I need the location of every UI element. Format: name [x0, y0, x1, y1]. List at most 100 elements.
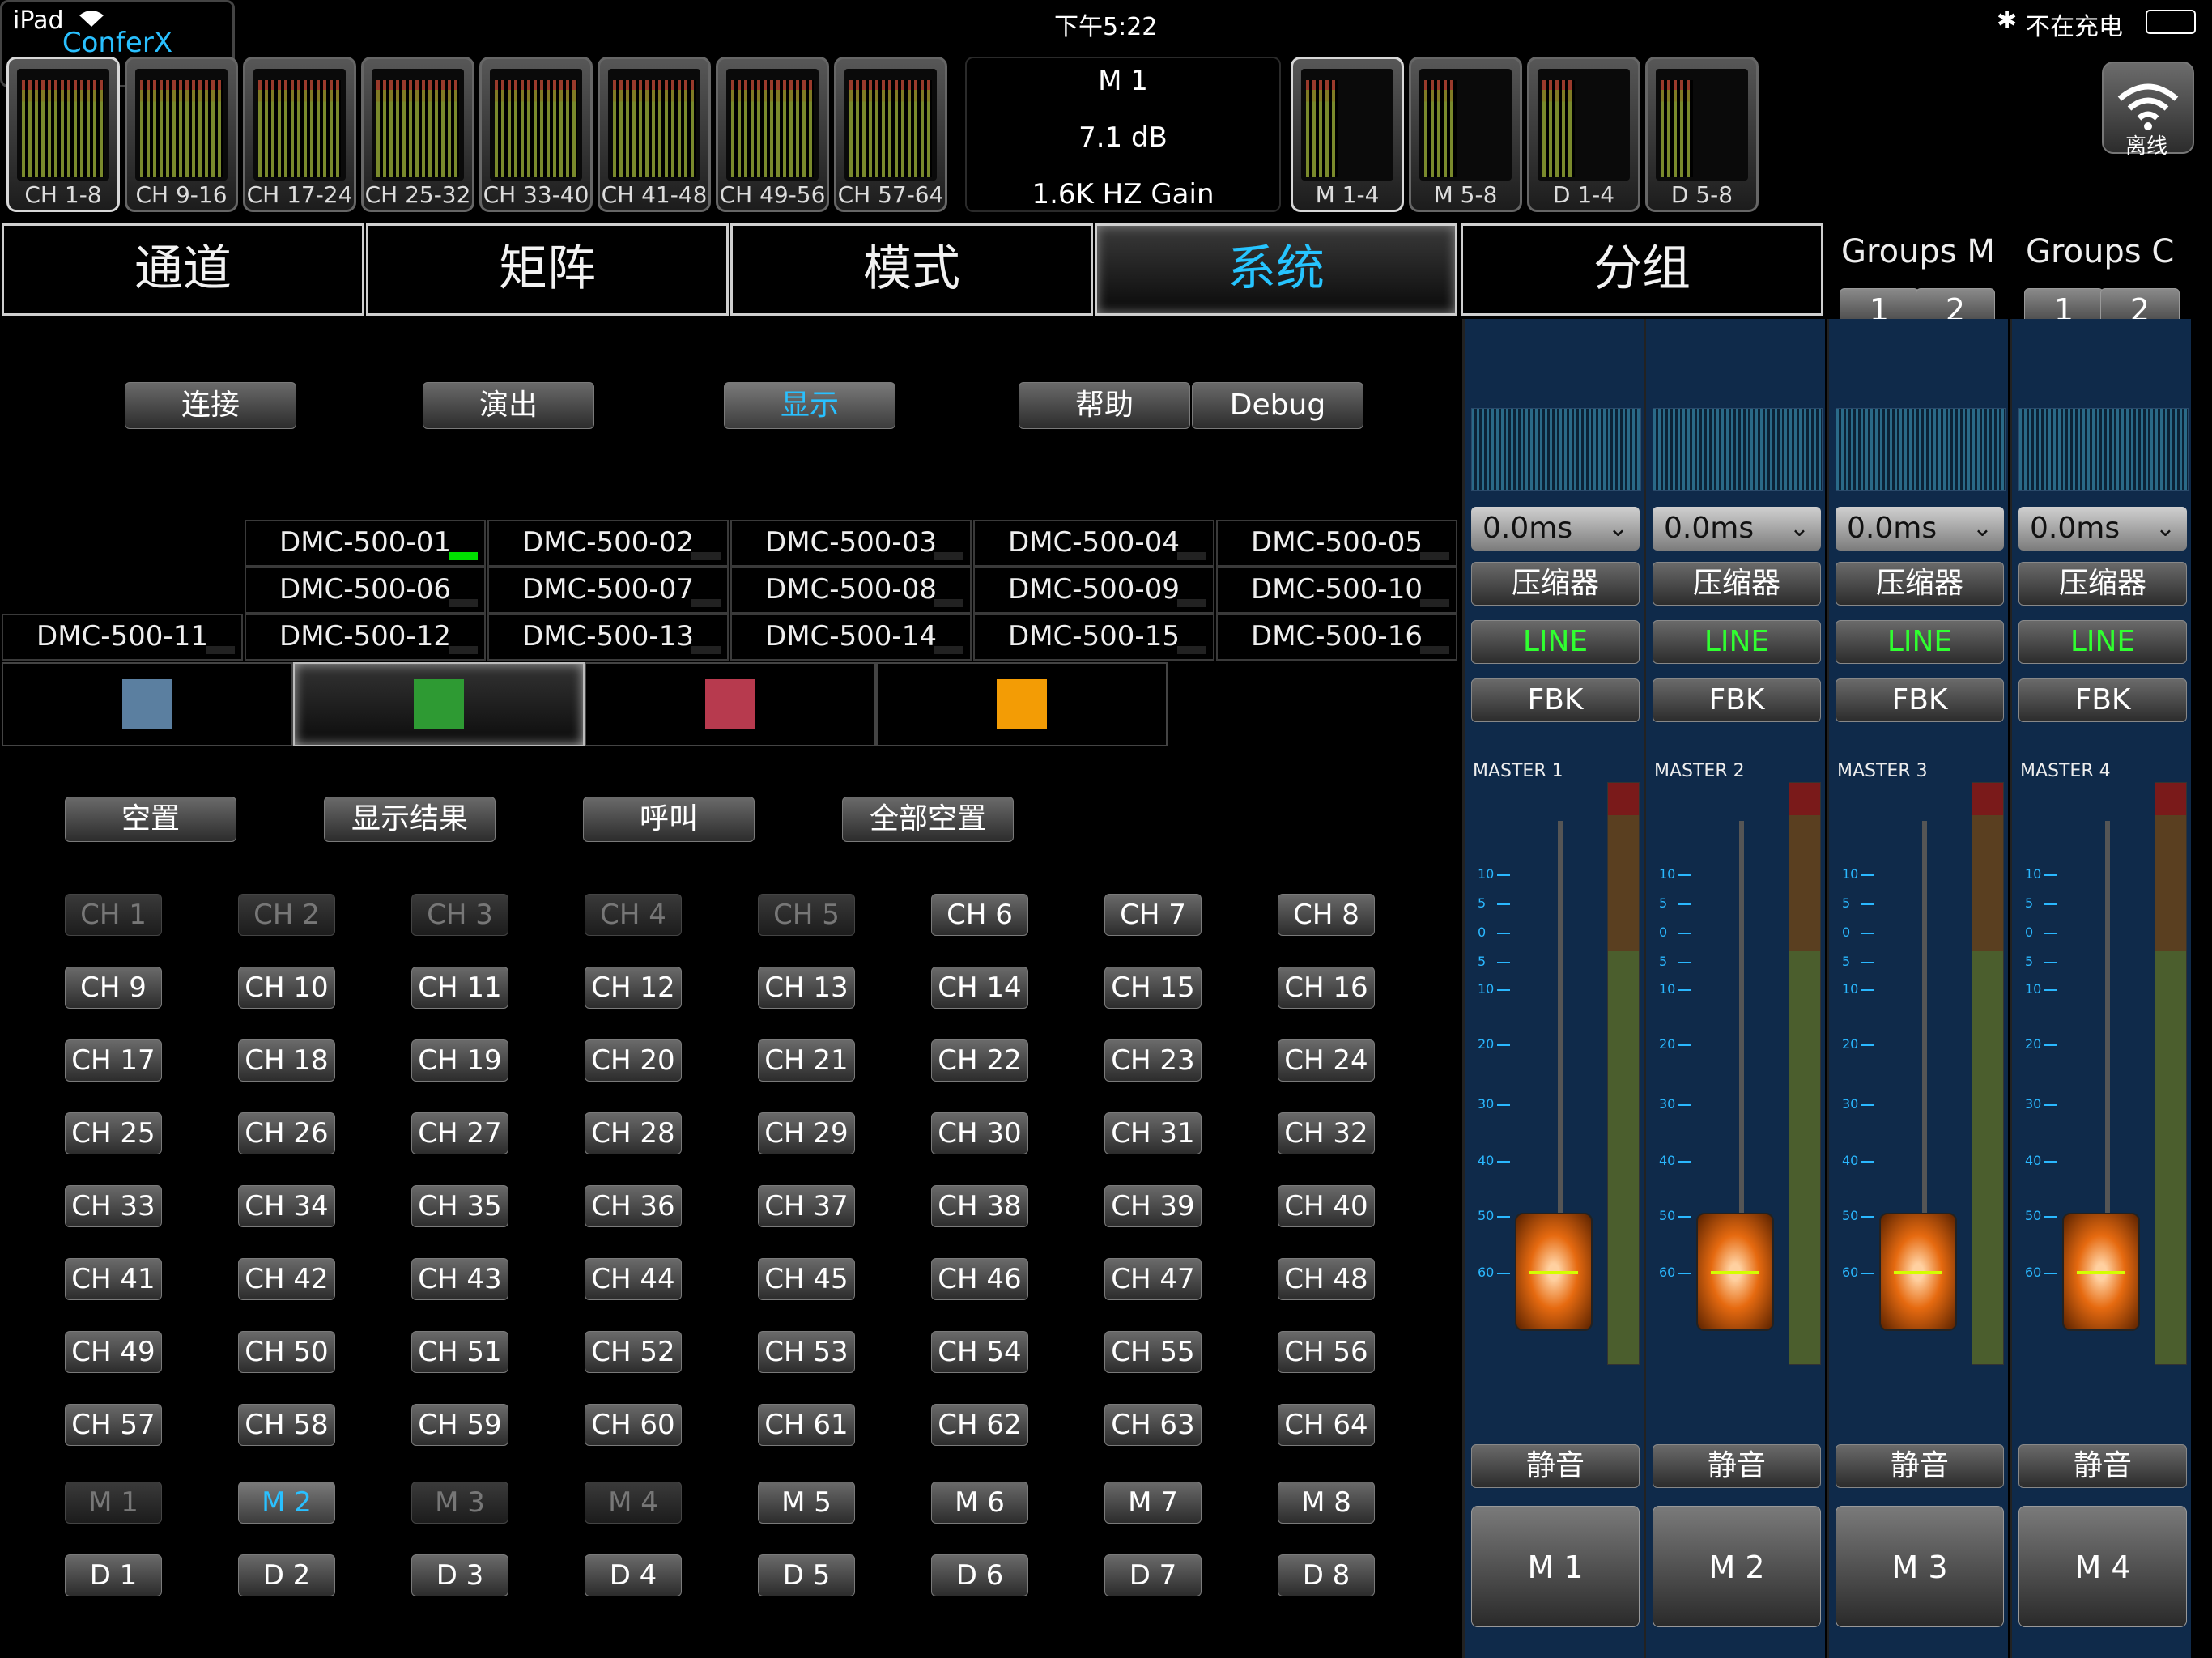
- color-option-4[interactable]: [876, 662, 1168, 746]
- delay-select[interactable]: 0.0ms ⌄: [2018, 507, 2187, 551]
- master-select-button[interactable]: M 2: [1653, 1506, 1821, 1627]
- channel-button-5[interactable]: CH 5: [758, 894, 855, 936]
- mix-button-8[interactable]: M 8: [1278, 1482, 1375, 1524]
- channel-button-16[interactable]: CH 16: [1278, 967, 1375, 1009]
- channel-button-50[interactable]: CH 50: [238, 1331, 335, 1373]
- channel-button-57[interactable]: CH 57: [65, 1404, 162, 1446]
- device-dmc-500-16[interactable]: DMC-500-16: [1216, 614, 1457, 661]
- channel-button-36[interactable]: CH 36: [585, 1185, 682, 1227]
- mix-button-1[interactable]: M 1: [65, 1482, 162, 1524]
- channel-button-58[interactable]: CH 58: [238, 1404, 335, 1446]
- device-dmc-500-15[interactable]: DMC-500-15: [973, 614, 1214, 661]
- channel-button-28[interactable]: CH 28: [585, 1112, 682, 1154]
- channel-button-1[interactable]: CH 1: [65, 894, 162, 936]
- delay-select[interactable]: 0.0ms ⌄: [1836, 507, 2004, 551]
- compressor-button[interactable]: 压缩器: [1653, 562, 1821, 606]
- channel-button-54[interactable]: CH 54: [931, 1331, 1028, 1373]
- color-option-2[interactable]: [293, 662, 585, 746]
- device-dmc-500-14[interactable]: DMC-500-14: [730, 614, 972, 661]
- channel-button-10[interactable]: CH 10: [238, 967, 335, 1009]
- channel-button-33[interactable]: CH 33: [65, 1185, 162, 1227]
- channel-button-25[interactable]: CH 25: [65, 1112, 162, 1154]
- mix-button-4[interactable]: M 4: [585, 1482, 682, 1524]
- device-dmc-500-12[interactable]: DMC-500-12: [245, 614, 486, 661]
- channel-button-3[interactable]: CH 3: [411, 894, 508, 936]
- mix-button-7[interactable]: M 7: [1104, 1482, 1202, 1524]
- fader-knob[interactable]: [1696, 1213, 1774, 1331]
- channel-button-4[interactable]: CH 4: [585, 894, 682, 936]
- compressor-button[interactable]: 压缩器: [2018, 562, 2187, 606]
- channel-button-45[interactable]: CH 45: [758, 1258, 855, 1300]
- channel-button-40[interactable]: CH 40: [1278, 1185, 1375, 1227]
- channel-button-47[interactable]: CH 47: [1104, 1258, 1202, 1300]
- device-dmc-500-08[interactable]: DMC-500-08: [730, 567, 972, 614]
- channel-button-6[interactable]: CH 6: [931, 894, 1028, 936]
- device-dmc-500-11[interactable]: DMC-500-11: [2, 614, 243, 661]
- channel-button-7[interactable]: CH 7: [1104, 894, 1202, 936]
- system-button-4[interactable]: 帮助: [1019, 382, 1190, 429]
- fader-knob[interactable]: [2062, 1213, 2140, 1331]
- channel-button-39[interactable]: CH 39: [1104, 1185, 1202, 1227]
- channel-button-63[interactable]: CH 63: [1104, 1404, 1202, 1446]
- channel-bank-5[interactable]: CH 33-40: [479, 57, 593, 212]
- device-dmc-500-13[interactable]: DMC-500-13: [487, 614, 729, 661]
- system-button-1[interactable]: 连接: [125, 382, 296, 429]
- action-button-4[interactable]: 全部空置: [842, 797, 1014, 842]
- channel-button-27[interactable]: CH 27: [411, 1112, 508, 1154]
- channel-button-29[interactable]: CH 29: [758, 1112, 855, 1154]
- fader-knob[interactable]: [1515, 1213, 1593, 1331]
- mute-button[interactable]: 静音: [1836, 1444, 2004, 1488]
- channel-button-41[interactable]: CH 41: [65, 1258, 162, 1300]
- channel-button-64[interactable]: CH 64: [1278, 1404, 1375, 1446]
- tab-3[interactable]: 模式: [730, 223, 1093, 316]
- mute-button[interactable]: 静音: [2018, 1444, 2187, 1488]
- device-dmc-500-06[interactable]: DMC-500-06: [245, 567, 486, 614]
- channel-button-53[interactable]: CH 53: [758, 1331, 855, 1373]
- master-bank-3[interactable]: D 1-4: [1527, 57, 1640, 212]
- channel-button-18[interactable]: CH 18: [238, 1039, 335, 1082]
- color-option-1[interactable]: [2, 662, 293, 746]
- line-button[interactable]: LINE: [1471, 620, 1640, 664]
- master-select-button[interactable]: M 4: [2018, 1506, 2187, 1627]
- channel-button-61[interactable]: CH 61: [758, 1404, 855, 1446]
- dca-button-8[interactable]: D 8: [1278, 1554, 1375, 1596]
- fbk-button[interactable]: FBK: [1653, 678, 1821, 722]
- channel-button-26[interactable]: CH 26: [238, 1112, 335, 1154]
- delay-select[interactable]: 0.0ms ⌄: [1653, 507, 1821, 551]
- channel-bank-7[interactable]: CH 49-56: [716, 57, 829, 212]
- fbk-button[interactable]: FBK: [1836, 678, 2004, 722]
- mix-button-2[interactable]: M 2: [238, 1482, 335, 1524]
- channel-button-21[interactable]: CH 21: [758, 1039, 855, 1082]
- device-dmc-500-02[interactable]: DMC-500-02: [487, 520, 729, 567]
- channel-button-56[interactable]: CH 56: [1278, 1331, 1375, 1373]
- channel-button-59[interactable]: CH 59: [411, 1404, 508, 1446]
- device-dmc-500-10[interactable]: DMC-500-10: [1216, 567, 1457, 614]
- channel-button-46[interactable]: CH 46: [931, 1258, 1028, 1300]
- channel-button-23[interactable]: CH 23: [1104, 1039, 1202, 1082]
- channel-button-62[interactable]: CH 62: [931, 1404, 1028, 1446]
- action-button-1[interactable]: 空置: [65, 797, 236, 842]
- delay-select[interactable]: 0.0ms ⌄: [1471, 507, 1640, 551]
- mix-button-6[interactable]: M 6: [931, 1482, 1028, 1524]
- device-dmc-500-03[interactable]: DMC-500-03: [730, 520, 972, 567]
- compressor-button[interactable]: 压缩器: [1471, 562, 1640, 606]
- compressor-button[interactable]: 压缩器: [1836, 562, 2004, 606]
- fader-knob[interactable]: [1879, 1213, 1957, 1331]
- tab-2[interactable]: 矩阵: [366, 223, 729, 316]
- channel-button-20[interactable]: CH 20: [585, 1039, 682, 1082]
- fbk-button[interactable]: FBK: [2018, 678, 2187, 722]
- mix-button-3[interactable]: M 3: [411, 1482, 508, 1524]
- channel-button-43[interactable]: CH 43: [411, 1258, 508, 1300]
- mute-button[interactable]: 静音: [1653, 1444, 1821, 1488]
- dca-button-2[interactable]: D 2: [238, 1554, 335, 1596]
- channel-bank-8[interactable]: CH 57-64: [834, 57, 947, 212]
- channel-button-9[interactable]: CH 9: [65, 967, 162, 1009]
- channel-button-11[interactable]: CH 11: [411, 967, 508, 1009]
- mute-button[interactable]: 静音: [1471, 1444, 1640, 1488]
- dca-button-5[interactable]: D 5: [758, 1554, 855, 1596]
- line-button[interactable]: LINE: [1653, 620, 1821, 664]
- channel-button-22[interactable]: CH 22: [931, 1039, 1028, 1082]
- channel-button-32[interactable]: CH 32: [1278, 1112, 1375, 1154]
- channel-button-35[interactable]: CH 35: [411, 1185, 508, 1227]
- color-option-3[interactable]: [585, 662, 876, 746]
